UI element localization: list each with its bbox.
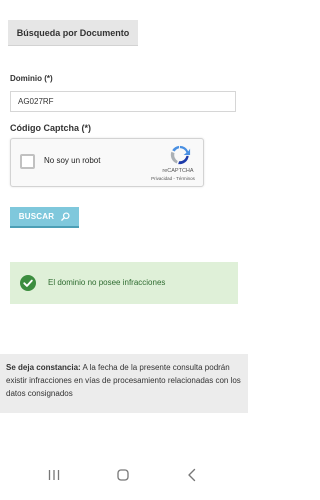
back-icon[interactable] (184, 467, 200, 483)
terms-link[interactable]: Términos (176, 176, 195, 181)
top-spacer (0, 0, 248, 18)
android-nav-bar (0, 452, 248, 500)
tab-busqueda-por-documento[interactable]: Búsqueda por Documento (8, 20, 138, 46)
dominio-label: Dominio (*) (10, 74, 53, 83)
recaptcha-logo-icon (170, 145, 191, 165)
result-message: El dominio no posee infracciones (48, 278, 166, 287)
recaptcha-links: Privacidad - Términos (143, 176, 203, 181)
notice-lead: Se deja constancia: (6, 363, 81, 372)
buscar-label: BUSCAR (18, 212, 55, 221)
result-alert: El dominio no posee infracciones (10, 262, 238, 304)
search-icon (61, 212, 70, 221)
tab-label: Búsqueda por Documento (16, 27, 130, 38)
legal-notice: Se deja constancia: A la fecha de la pre… (0, 354, 248, 413)
captcha-label: Código Captcha (*) (10, 123, 91, 133)
captcha-checkbox[interactable] (20, 154, 35, 169)
home-icon[interactable] (115, 467, 131, 483)
dominio-input[interactable]: AG027RF (10, 91, 236, 112)
recent-apps-icon[interactable] (46, 467, 62, 483)
recaptcha-brand: reCAPTCHA (162, 168, 194, 174)
privacy-link[interactable]: Privacidad (151, 176, 172, 181)
check-circle-icon (20, 275, 36, 291)
dominio-value: AG027RF (18, 97, 54, 106)
buscar-button[interactable]: BUSCAR (10, 207, 79, 228)
recaptcha-widget: No soy un robot reCAPTCHA Privacidad - T… (10, 138, 204, 187)
captcha-checkbox-label[interactable]: No soy un robot (44, 156, 100, 165)
